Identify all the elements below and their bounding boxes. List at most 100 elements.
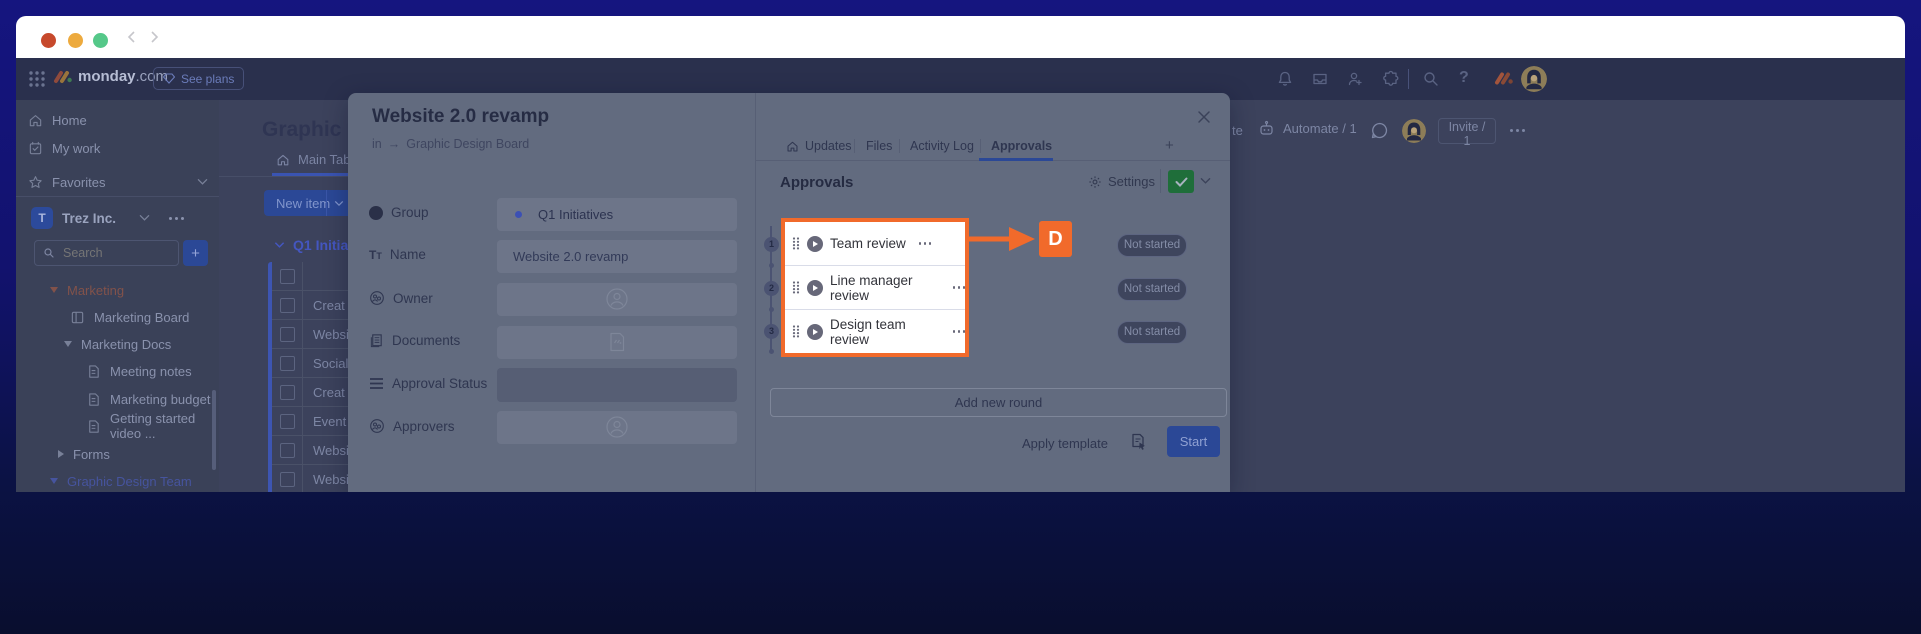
integrate-button-partial[interactable]: te [1232,123,1243,138]
annotation-arrow-icon [969,226,1035,252]
sidebar-item-getting-started-video[interactable]: Getting started video ... [86,414,219,438]
approval-round-row[interactable]: Line manager review [785,265,965,309]
item-title[interactable]: Website 2.0 revamp [372,106,549,128]
chevron-down-icon [197,178,208,186]
checkbox-cell[interactable] [272,320,303,348]
add-tab-button[interactable]: + [1165,137,1174,154]
workspace-selector[interactable]: T Trez Inc. [31,206,209,230]
round-name: Design team review [830,317,940,347]
row-checkbox[interactable] [280,327,295,342]
search-input[interactable] [61,245,165,261]
field-value-approvers[interactable] [497,411,737,444]
forward-icon[interactable] [146,29,162,45]
start-button[interactable]: Start [1167,426,1220,457]
row-checkbox[interactable] [280,472,295,487]
inbox-icon[interactable] [1311,70,1329,88]
invite-button[interactable]: Invite / 1 [1438,118,1496,144]
workspace-menu-icon[interactable] [169,217,184,220]
sidebar-item-favorites[interactable]: Favorites [28,170,208,194]
field-value-approval-status[interactable] [497,368,737,402]
tab-activity-log[interactable]: Activity Log [910,139,974,153]
maximize-window-icon[interactable] [93,33,108,48]
back-icon[interactable] [124,29,140,45]
field-label-name: TT Name [369,247,426,262]
play-round-icon[interactable] [807,236,823,252]
search-icon[interactable] [1422,70,1440,88]
sidebar-item-label: My work [52,141,100,156]
chevron-expanded-icon [50,478,58,484]
round-menu-icon[interactable] [953,330,966,333]
sidebar-item-marketing-board[interactable]: Marketing Board [70,305,189,329]
home-icon [276,153,290,167]
invite-user-icon[interactable] [1346,70,1364,88]
folder-label: Marketing [67,283,124,298]
drag-handle-icon[interactable] [792,237,800,250]
field-value-documents[interactable] [497,326,737,359]
user-avatar[interactable] [1521,66,1547,92]
sidebar-scrollbar[interactable] [212,390,216,470]
sidebar-folder-marketing-docs[interactable]: Marketing Docs [64,332,171,356]
field-value-owner[interactable] [497,283,737,316]
checkbox-cell[interactable] [272,465,303,492]
sidebar-item-marketing-budget[interactable]: Marketing budget [86,387,210,411]
add-board-button[interactable]: + [183,240,208,266]
sidebar-item-home[interactable]: Home [28,108,87,132]
row-checkbox[interactable] [280,385,295,400]
add-new-round-button[interactable]: Add new round [770,388,1227,417]
page-background: monday.com See plans ? Home M [0,0,1921,634]
sidebar-folder-forms[interactable]: Forms [58,442,110,466]
chat-icon[interactable] [1370,121,1389,140]
sidebar-folder-graphic-design-team[interactable]: Graphic Design Team [50,469,192,492]
approval-round-row[interactable]: Team review [785,222,965,265]
sidebar-item-meeting-notes[interactable]: Meeting notes [86,359,192,383]
group-icon [369,206,383,220]
member-avatar[interactable] [1402,119,1426,143]
group-header[interactable]: Q1 Initia [274,237,348,253]
close-window-icon[interactable] [41,33,56,48]
tab-approvals[interactable]: Approvals [991,139,1052,153]
round-menu-icon[interactable] [953,286,966,289]
round-menu-icon[interactable] [919,242,932,245]
monday-logo[interactable]: monday.com [53,68,168,86]
minimize-window-icon[interactable] [68,33,83,48]
sidebar-folder-marketing[interactable]: Marketing [50,278,124,302]
row-checkbox[interactable] [280,414,295,429]
breadcrumb-board-link[interactable]: Graphic Design Board [406,137,529,151]
approvals-settings-button[interactable]: Settings [1088,174,1155,189]
sidebar-search[interactable] [34,240,179,266]
row-checkbox[interactable] [280,356,295,371]
sidebar-item-my-work[interactable]: My work [28,136,100,160]
play-round-icon[interactable] [807,280,823,296]
field-value-name[interactable]: Website 2.0 revamp [497,240,737,273]
help-icon[interactable]: ? [1459,69,1469,87]
approval-round-row[interactable]: Design team review [785,309,965,353]
checkbox-cell[interactable] [272,436,303,464]
see-plans-button[interactable]: See plans [153,67,244,90]
checkbox-cell[interactable] [272,291,303,319]
field-value-group[interactable]: Q1 Initiatives [497,198,737,231]
apps-grid-icon[interactable] [28,70,46,88]
automate-button[interactable]: Automate / 1 [1258,120,1357,137]
integrations-icon[interactable] [1382,70,1400,88]
approval-status-toggle[interactable] [1168,170,1194,193]
checkbox-cell[interactable] [272,349,303,377]
bell-icon[interactable] [1276,70,1294,88]
drag-handle-icon[interactable] [792,281,800,294]
row-checkbox[interactable] [280,443,295,458]
row-checkbox[interactable] [280,298,295,313]
chevron-down-icon[interactable] [1200,177,1211,185]
select-all-checkbox[interactable] [280,269,295,284]
tab-files[interactable]: Files [866,139,892,153]
new-item-button[interactable]: New item [264,190,352,216]
checkbox-cell[interactable] [272,407,303,435]
drag-handle-icon[interactable] [792,325,800,338]
checkbox-cell[interactable] [272,378,303,406]
play-round-icon[interactable] [807,324,823,340]
apply-template-link[interactable]: Apply template [948,436,1108,451]
checkbox-cell[interactable] [272,262,303,290]
board-menu-icon[interactable] [1510,129,1525,132]
sidebar-item-label: Home [52,113,87,128]
tab-updates[interactable]: Updates [786,139,852,153]
apply-template-icon[interactable] [1130,433,1147,451]
sidebar: Home My work Favorites T Trez Inc. [16,100,220,492]
